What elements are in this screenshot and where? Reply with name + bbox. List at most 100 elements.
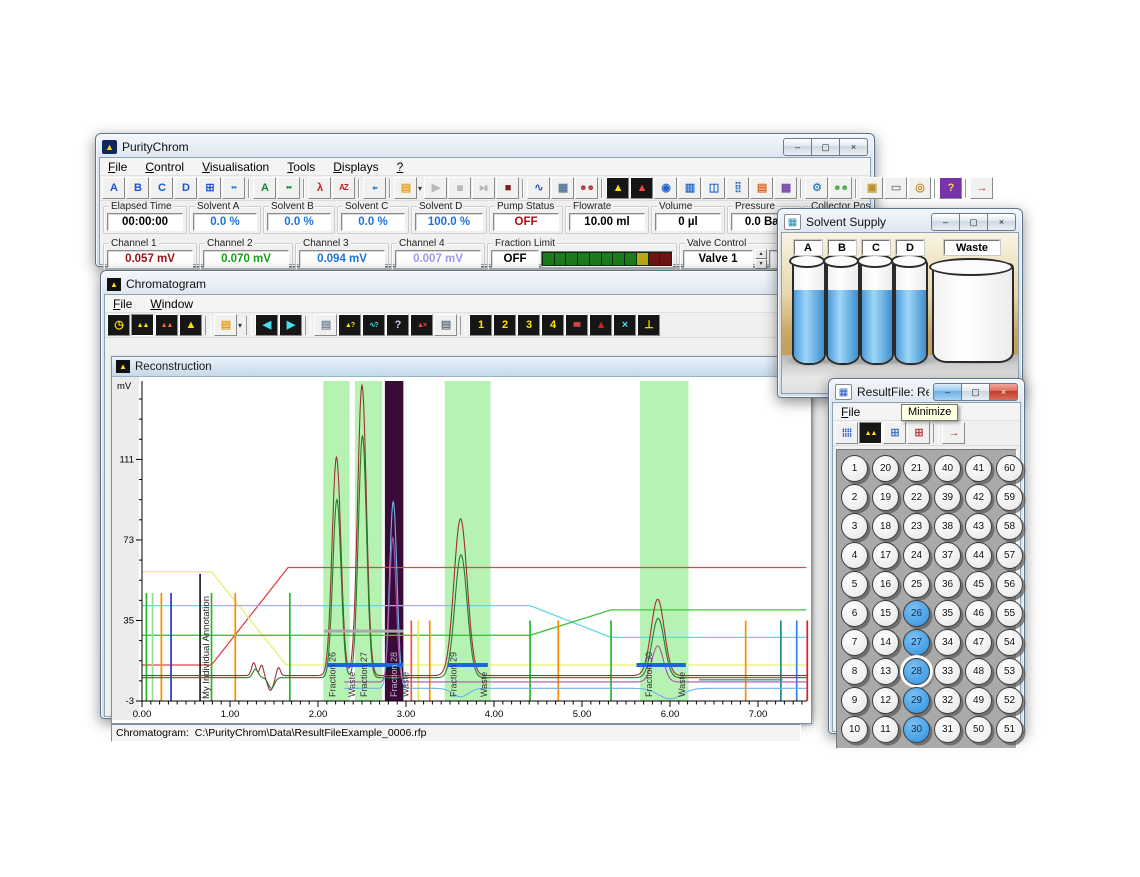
rack-view-button[interactable]: ⣿⣿ — [835, 422, 858, 444]
well-58[interactable]: 58 — [996, 513, 1023, 540]
well-56[interactable]: 56 — [996, 571, 1023, 598]
well-49[interactable]: 49 — [965, 687, 992, 714]
well-30[interactable]: 30 — [903, 716, 930, 743]
maximize-button[interactable]: ▢ — [961, 383, 990, 401]
scroll-right-button[interactable]: ▶ — [279, 314, 302, 336]
menu-window[interactable]: Window — [150, 297, 193, 310]
menu-file[interactable]: File — [108, 160, 127, 173]
puritychrom-titlebar[interactable]: ▲ PurityChrom – ▢ × — [99, 137, 871, 157]
users-button[interactable]: ☻☻ — [829, 177, 852, 199]
well-8[interactable]: 8 — [841, 658, 868, 685]
single-channel-view-button[interactable]: ▲ — [179, 314, 202, 336]
well-2[interactable]: 2 — [841, 484, 868, 511]
well-10[interactable]: 10 — [841, 716, 868, 743]
menu-visualisation[interactable]: Visualisation — [202, 160, 269, 173]
data-table-button[interactable]: ▦ — [774, 177, 797, 199]
maximize-button[interactable]: ▢ — [959, 213, 988, 231]
menu-displays[interactable]: Displays — [333, 160, 378, 173]
info-query-button[interactable]: ? — [386, 314, 409, 336]
well-32[interactable]: 32 — [934, 687, 961, 714]
menu-file[interactable]: File — [841, 405, 860, 418]
chromatogram-display-button[interactable]: ▲ — [606, 177, 629, 199]
visualisation-eye-button[interactable]: ◉ — [654, 177, 677, 199]
well-14[interactable]: 14 — [872, 629, 899, 656]
autozero-az-button[interactable]: AZ — [332, 177, 355, 199]
well-44[interactable]: 44 — [965, 542, 992, 569]
baseline-ruler-button[interactable]: ⊥ — [637, 314, 660, 336]
collector-table-button[interactable]: ⊞ — [883, 422, 906, 444]
scroll-left-button[interactable]: ◀ — [255, 314, 278, 336]
well-53[interactable]: 53 — [996, 658, 1023, 685]
exit-program-button[interactable]: → — [970, 177, 993, 199]
minimize-button[interactable]: – — [931, 213, 960, 231]
well-38[interactable]: 38 — [934, 513, 961, 540]
channel-2-view-button[interactable]: 2 — [493, 314, 516, 336]
well-20[interactable]: 20 — [872, 455, 899, 482]
maximize-button[interactable]: ▢ — [811, 138, 840, 156]
all-channels-view-button[interactable]: ▲▲ — [131, 314, 154, 336]
well-50[interactable]: 50 — [965, 716, 992, 743]
operators-group-button[interactable]: ☻☻ — [575, 177, 598, 199]
annotation-pen-button[interactable]: ∿ — [527, 177, 550, 199]
chromatogram-titlebar[interactable]: ▲ Chromatogram — [104, 274, 808, 294]
well-33[interactable]: 33 — [934, 658, 961, 685]
well-35[interactable]: 35 — [934, 600, 961, 627]
minimize-button[interactable]: – — [783, 138, 812, 156]
well-31[interactable]: 31 — [934, 716, 961, 743]
well-57[interactable]: 57 — [996, 542, 1023, 569]
autozero-a-button[interactable]: A — [253, 177, 276, 199]
well-9[interactable]: 9 — [841, 687, 868, 714]
well-25[interactable]: 25 — [903, 571, 930, 598]
channel-1-view-button[interactable]: 1 — [469, 314, 492, 336]
file-browser-button[interactable]: ◎ — [908, 177, 931, 199]
well-41[interactable]: 41 — [965, 455, 992, 482]
peak-query-button[interactable]: ▲? — [338, 314, 361, 336]
spin-down-icon[interactable]: ▾ — [755, 259, 767, 269]
well-4[interactable]: 4 — [841, 542, 868, 569]
well-39[interactable]: 39 — [934, 484, 961, 511]
well-12[interactable]: 12 — [872, 687, 899, 714]
well-48[interactable]: 48 — [965, 658, 992, 685]
well-54[interactable]: 54 — [996, 629, 1023, 656]
channel-4-view-button[interactable]: 4 — [541, 314, 564, 336]
well-23[interactable]: 23 — [903, 513, 930, 540]
marked-peaks-view-button[interactable]: ▲ — [589, 314, 612, 336]
time-axis-view-button[interactable]: ◷ — [107, 314, 130, 336]
well-37[interactable]: 37 — [934, 542, 961, 569]
well-18[interactable]: 18 — [872, 513, 899, 540]
open-chromatogram-dropdown-arrow-icon[interactable]: ▾ — [238, 321, 242, 330]
well-51[interactable]: 51 — [996, 716, 1023, 743]
lock-system-button[interactable]: ▣ — [860, 177, 883, 199]
droplet-lock-button[interactable]: ●▪ — [363, 177, 386, 199]
minimize-button[interactable]: – — [933, 383, 962, 401]
well-19[interactable]: 19 — [872, 484, 899, 511]
menu-file[interactable]: File — [113, 297, 132, 310]
level-indicator-button[interactable]: ▤ — [750, 177, 773, 199]
solvent-droplets-green-button[interactable]: ●● — [277, 177, 300, 199]
well-46[interactable]: 46 — [965, 600, 992, 627]
menu-tools[interactable]: Tools — [287, 160, 315, 173]
settings-tools-button[interactable]: ⚙ — [805, 177, 828, 199]
well-40[interactable]: 40 — [934, 455, 961, 482]
valve-select[interactable]: Valve 1 — [683, 250, 753, 268]
well-36[interactable]: 36 — [934, 571, 961, 598]
copy-clipboard-button[interactable]: ▤ — [314, 314, 337, 336]
well-42[interactable]: 42 — [965, 484, 992, 511]
well-7[interactable]: 7 — [841, 629, 868, 656]
close-button[interactable]: × — [989, 383, 1018, 401]
multi-channel-view-button[interactable]: ▲▲ — [155, 314, 178, 336]
chromatogram-view-button[interactable]: ▲▲ — [859, 422, 882, 444]
open-method-folder-dropdown-arrow-icon[interactable]: ▾ — [418, 184, 422, 193]
well-55[interactable]: 55 — [996, 600, 1023, 627]
print-button[interactable]: ▤ — [434, 314, 457, 336]
well-21[interactable]: 21 — [903, 455, 930, 482]
wavelength-lambda-button[interactable]: λ — [308, 177, 331, 199]
pump-d-button[interactable]: D — [174, 177, 197, 199]
pump-a-button[interactable]: A — [102, 177, 125, 199]
solvent-droplets-blue-button[interactable]: ●● — [222, 177, 245, 199]
well-3[interactable]: 3 — [841, 513, 868, 540]
reconstruction-titlebar[interactable]: ▲ Reconstruction — [112, 357, 811, 377]
valve-spinner[interactable]: ▴▾ — [755, 249, 767, 269]
well-17[interactable]: 17 — [872, 542, 899, 569]
bars-view-button[interactable]: ▮▮▮ — [565, 314, 588, 336]
